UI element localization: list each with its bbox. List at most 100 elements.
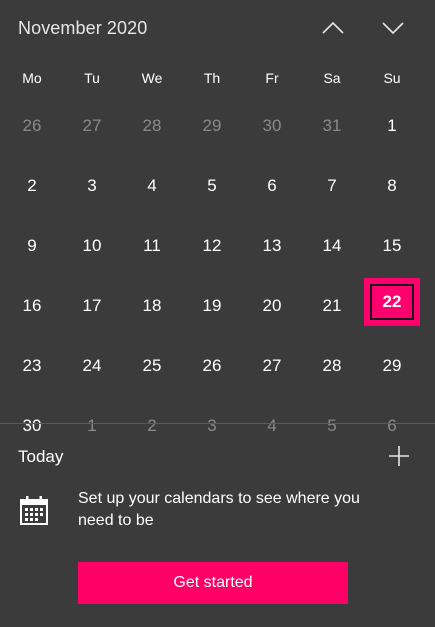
previous-month-button[interactable] (319, 14, 347, 42)
day-number: 28 (322, 356, 342, 375)
day-number: 4 (147, 176, 157, 195)
day-number: 11 (143, 236, 161, 255)
day-cell[interactable]: 26 (2, 96, 62, 156)
day-number: 2 (147, 416, 157, 435)
day-cell[interactable]: 3 (182, 396, 242, 456)
day-cell[interactable]: 15 (362, 216, 422, 276)
day-cell[interactable]: 12 (182, 216, 242, 276)
agenda-today-label: Today (18, 447, 64, 466)
day-number: 30 (262, 116, 282, 135)
day-cell[interactable]: 29 (182, 96, 242, 156)
day-number: 30 (22, 416, 42, 435)
day-cell[interactable]: 14 (302, 216, 362, 276)
day-cell-today[interactable]: 22 (362, 276, 422, 336)
day-cell[interactable]: 25 (122, 336, 182, 396)
day-number: 21 (322, 296, 342, 315)
day-number: 8 (387, 176, 397, 195)
chevron-up-icon (322, 21, 344, 34)
day-cell[interactable]: 7 (302, 156, 362, 216)
day-number: 2 (27, 176, 37, 195)
day-number: 10 (82, 236, 102, 255)
day-cell[interactable]: 17 (62, 276, 122, 336)
day-cell[interactable]: 18 (122, 276, 182, 336)
weekday-label: We (141, 70, 163, 86)
day-number: 19 (202, 296, 222, 315)
day-cell[interactable]: 4 (242, 396, 302, 456)
day-cell[interactable]: 10 (62, 216, 122, 276)
day-number: 12 (202, 236, 222, 255)
day-cell[interactable]: 28 (302, 336, 362, 396)
day-cell[interactable]: 5 (302, 396, 362, 456)
day-cell[interactable]: 9 (2, 216, 62, 276)
day-number: 13 (262, 236, 282, 255)
day-cell[interactable]: 24 (62, 336, 122, 396)
day-cell[interactable]: 8 (362, 156, 422, 216)
day-number: 24 (82, 356, 102, 375)
day-cell[interactable]: 5 (182, 156, 242, 216)
day-number: 7 (327, 176, 337, 195)
weekday-header-row: Mo Tu We Th Fr Sa Su (2, 66, 422, 90)
day-cell[interactable]: 4 (122, 156, 182, 216)
day-cell[interactable]: 30 (242, 96, 302, 156)
day-number: 16 (22, 296, 42, 315)
day-cell[interactable]: 19 (182, 276, 242, 336)
day-cell[interactable]: 27 (242, 336, 302, 396)
month-title: November 2020 (18, 18, 148, 38)
day-number: 3 (207, 416, 217, 435)
divider (0, 423, 435, 424)
day-number: 29 (382, 356, 402, 375)
day-cell[interactable]: 28 (122, 96, 182, 156)
day-number: 28 (142, 116, 162, 135)
day-number: 18 (142, 296, 162, 315)
weekday-label: Th (203, 70, 221, 86)
day-number: 5 (207, 176, 217, 195)
day-number: 27 (82, 116, 102, 135)
day-number: 5 (327, 416, 337, 435)
day-cell[interactable]: 2 (2, 156, 62, 216)
day-cell[interactable]: 31 (302, 96, 362, 156)
plus-icon (389, 446, 409, 466)
day-number: 14 (322, 236, 342, 255)
weekday-label: Su (383, 70, 401, 86)
setup-message: Set up your calendars to see where you n… (78, 490, 360, 529)
day-number: 31 (322, 116, 342, 135)
day-cell[interactable]: 2 (122, 396, 182, 456)
day-number: 15 (382, 236, 402, 255)
day-number: 29 (202, 116, 222, 135)
day-cell[interactable]: 29 (362, 336, 422, 396)
day-number: 22 (382, 292, 402, 311)
day-cell[interactable]: 1 (62, 396, 122, 456)
day-number: 9 (27, 236, 37, 255)
calendar-header: November 2020 (0, 0, 435, 58)
day-number: 27 (262, 356, 282, 375)
day-cell[interactable]: 1 (362, 96, 422, 156)
day-number: 3 (87, 176, 97, 195)
day-number: 26 (22, 116, 42, 135)
calendar-day-grid: 26 27 28 29 30 31 1 2 3 4 5 6 7 8 9 10 11 12 13 14 15 16 17 18 1… (2, 96, 422, 456)
weekday-label: Fr (265, 70, 279, 86)
weekday-label: Mo (22, 70, 42, 86)
day-cell[interactable]: 6 (242, 156, 302, 216)
day-number: 17 (82, 296, 102, 315)
day-cell[interactable]: 11 (122, 216, 182, 276)
day-number: 26 (202, 356, 222, 375)
day-number: 1 (387, 116, 397, 135)
day-cell[interactable]: 27 (62, 96, 122, 156)
day-number: 25 (142, 356, 162, 375)
add-event-button[interactable] (386, 443, 412, 469)
day-cell[interactable]: 16 (2, 276, 62, 336)
day-number: 20 (262, 296, 282, 315)
day-number: 4 (267, 416, 277, 435)
day-cell[interactable]: 23 (2, 336, 62, 396)
day-cell[interactable]: 13 (242, 216, 302, 276)
day-number: 6 (267, 176, 277, 195)
next-month-button[interactable] (379, 14, 407, 42)
get-started-button[interactable]: Get started (78, 562, 348, 604)
weekday-label: Sa (323, 70, 341, 86)
day-number: 23 (22, 356, 42, 375)
day-cell[interactable]: 21 (302, 276, 362, 336)
weekday-label: Tu (84, 70, 100, 86)
day-cell[interactable]: 26 (182, 336, 242, 396)
day-cell[interactable]: 20 (242, 276, 302, 336)
day-cell[interactable]: 3 (62, 156, 122, 216)
